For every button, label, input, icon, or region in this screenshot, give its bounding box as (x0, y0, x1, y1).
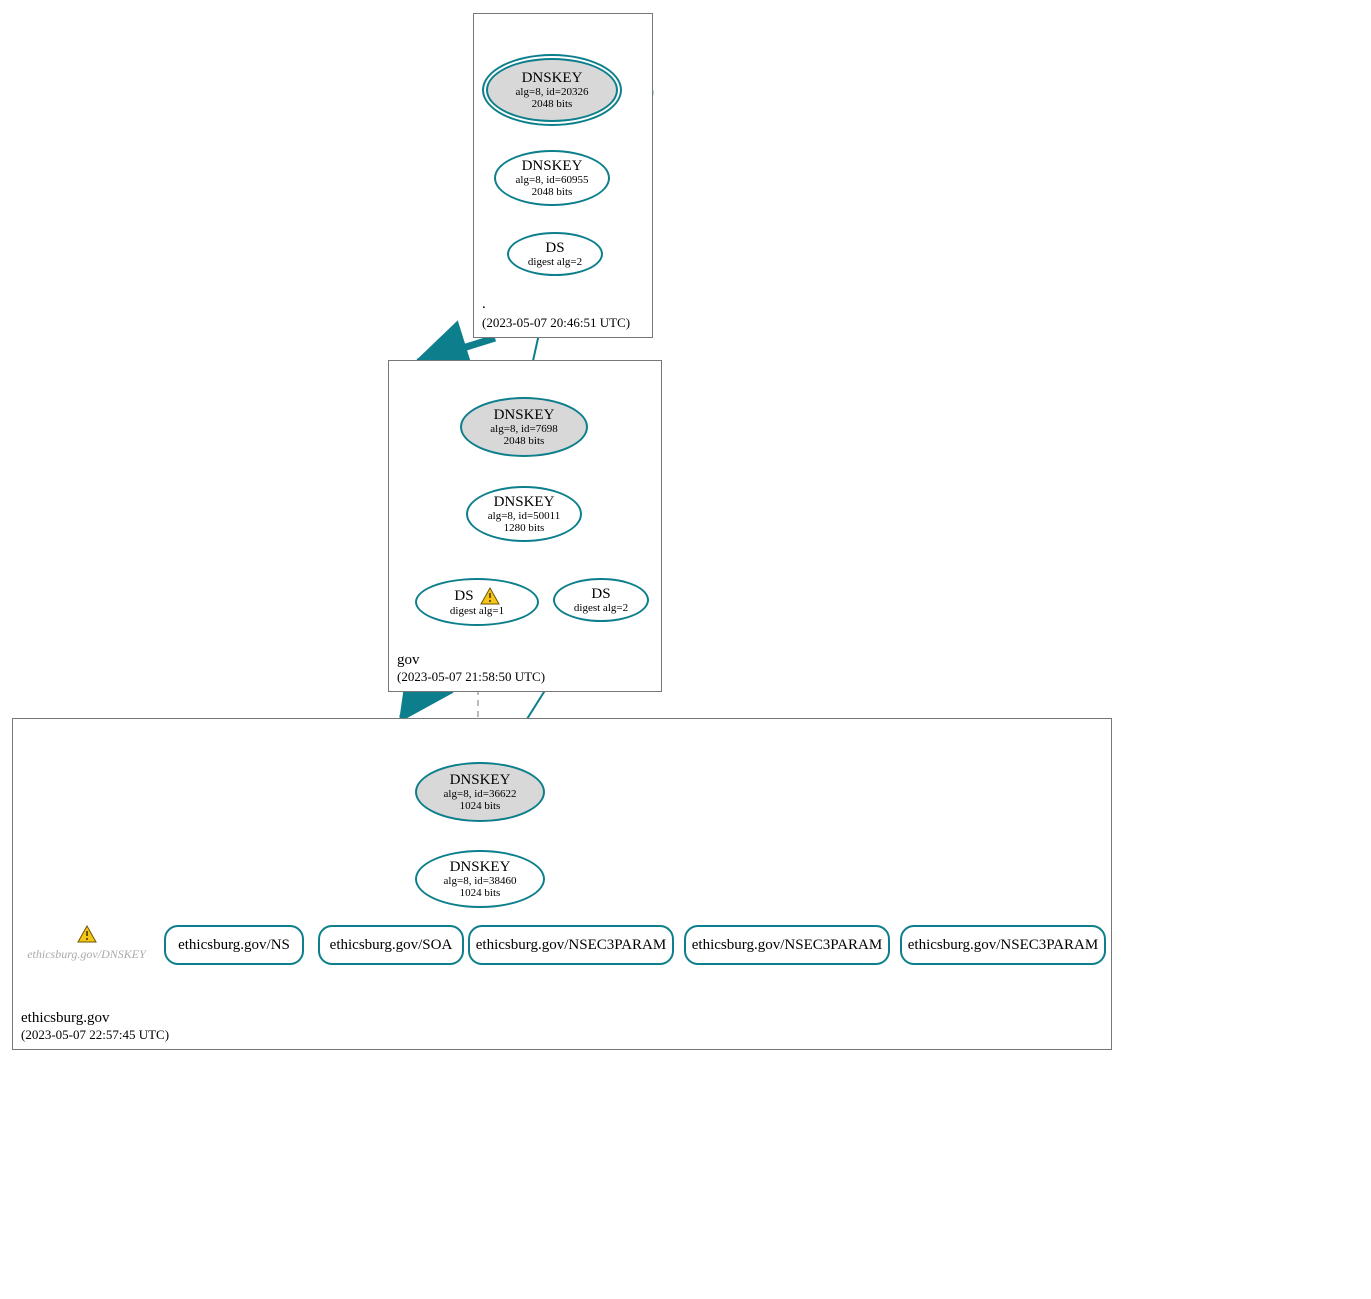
node-title: DNSKEY (522, 158, 583, 175)
rr-ns[interactable]: ethicsburg.gov/NS (164, 925, 304, 965)
node-sub1: digest alg=2 (574, 602, 628, 614)
node-sub2: 2048 bits (532, 98, 573, 110)
node-sub2: 1024 bits (460, 887, 501, 899)
ghost-label: ethicsburg.gov/DNSKEY (24, 947, 149, 962)
zone-gov-timestamp: (2023-05-07 21:58:50 UTC) (397, 669, 545, 685)
node-title: DNSKEY (522, 70, 583, 87)
node-title: DS (454, 588, 473, 605)
gov-ds1-node[interactable]: DS digest alg=1 (415, 578, 539, 626)
leaf-zsk-node[interactable]: DNSKEY alg=8, id=38460 1024 bits (415, 850, 545, 908)
node-sub1: alg=8, id=50011 (488, 510, 561, 522)
rr-soa[interactable]: ethicsburg.gov/SOA (318, 925, 464, 965)
node-sub1: alg=8, id=60955 (516, 174, 589, 186)
zone-root-timestamp: (2023-05-07 20:46:51 UTC) (482, 315, 630, 331)
node-title: DNSKEY (450, 859, 511, 876)
rr-n1[interactable]: ethicsburg.gov/NSEC3PARAM (468, 925, 674, 965)
node-sub2: 1280 bits (504, 522, 545, 534)
warning-icon (77, 925, 97, 943)
node-title: DS (545, 240, 564, 257)
gov-ds2-node[interactable]: DS digest alg=2 (553, 578, 649, 622)
edge-layer (0, 0, 1371, 1299)
node-sub1: alg=8, id=38460 (444, 875, 517, 887)
node-sub2: 2048 bits (504, 435, 545, 447)
node-title: DNSKEY (450, 772, 511, 789)
node-sub1: alg=8, id=20326 (516, 86, 589, 98)
node-sub2: 2048 bits (532, 186, 573, 198)
node-sub2: 1024 bits (460, 800, 501, 812)
zone-leaf-label: ethicsburg.gov (21, 1010, 109, 1027)
ghost-dnskey: ethicsburg.gov/DNSKEY (24, 925, 149, 962)
node-title: DS (591, 586, 610, 603)
warning-icon (480, 587, 500, 605)
node-title: DNSKEY (494, 494, 555, 511)
gov-ksk-node[interactable]: DNSKEY alg=8, id=7698 2048 bits (460, 397, 588, 457)
zone-gov-label: gov (397, 652, 420, 669)
rr-n3[interactable]: ethicsburg.gov/NSEC3PARAM (900, 925, 1106, 965)
root-zsk-node[interactable]: DNSKEY alg=8, id=60955 2048 bits (494, 150, 610, 206)
rr-n2[interactable]: ethicsburg.gov/NSEC3PARAM (684, 925, 890, 965)
gov-zsk-node[interactable]: DNSKEY alg=8, id=50011 1280 bits (466, 486, 582, 542)
leaf-ksk-node[interactable]: DNSKEY alg=8, id=36622 1024 bits (415, 762, 545, 822)
zone-leaf-timestamp: (2023-05-07 22:57:45 UTC) (21, 1027, 169, 1043)
zone-leaf: ethicsburg.gov (2023-05-07 22:57:45 UTC) (12, 718, 1112, 1050)
root-ds-node[interactable]: DS digest alg=2 (507, 232, 603, 276)
node-sub1: digest alg=2 (528, 256, 582, 268)
node-sub1: alg=8, id=36622 (444, 788, 517, 800)
zone-root-label: . (482, 296, 486, 313)
root-ksk-node[interactable]: DNSKEY alg=8, id=20326 2048 bits (486, 58, 618, 122)
node-sub1: digest alg=1 (450, 605, 504, 617)
node-sub1: alg=8, id=7698 (490, 423, 557, 435)
node-title: DNSKEY (494, 407, 555, 424)
